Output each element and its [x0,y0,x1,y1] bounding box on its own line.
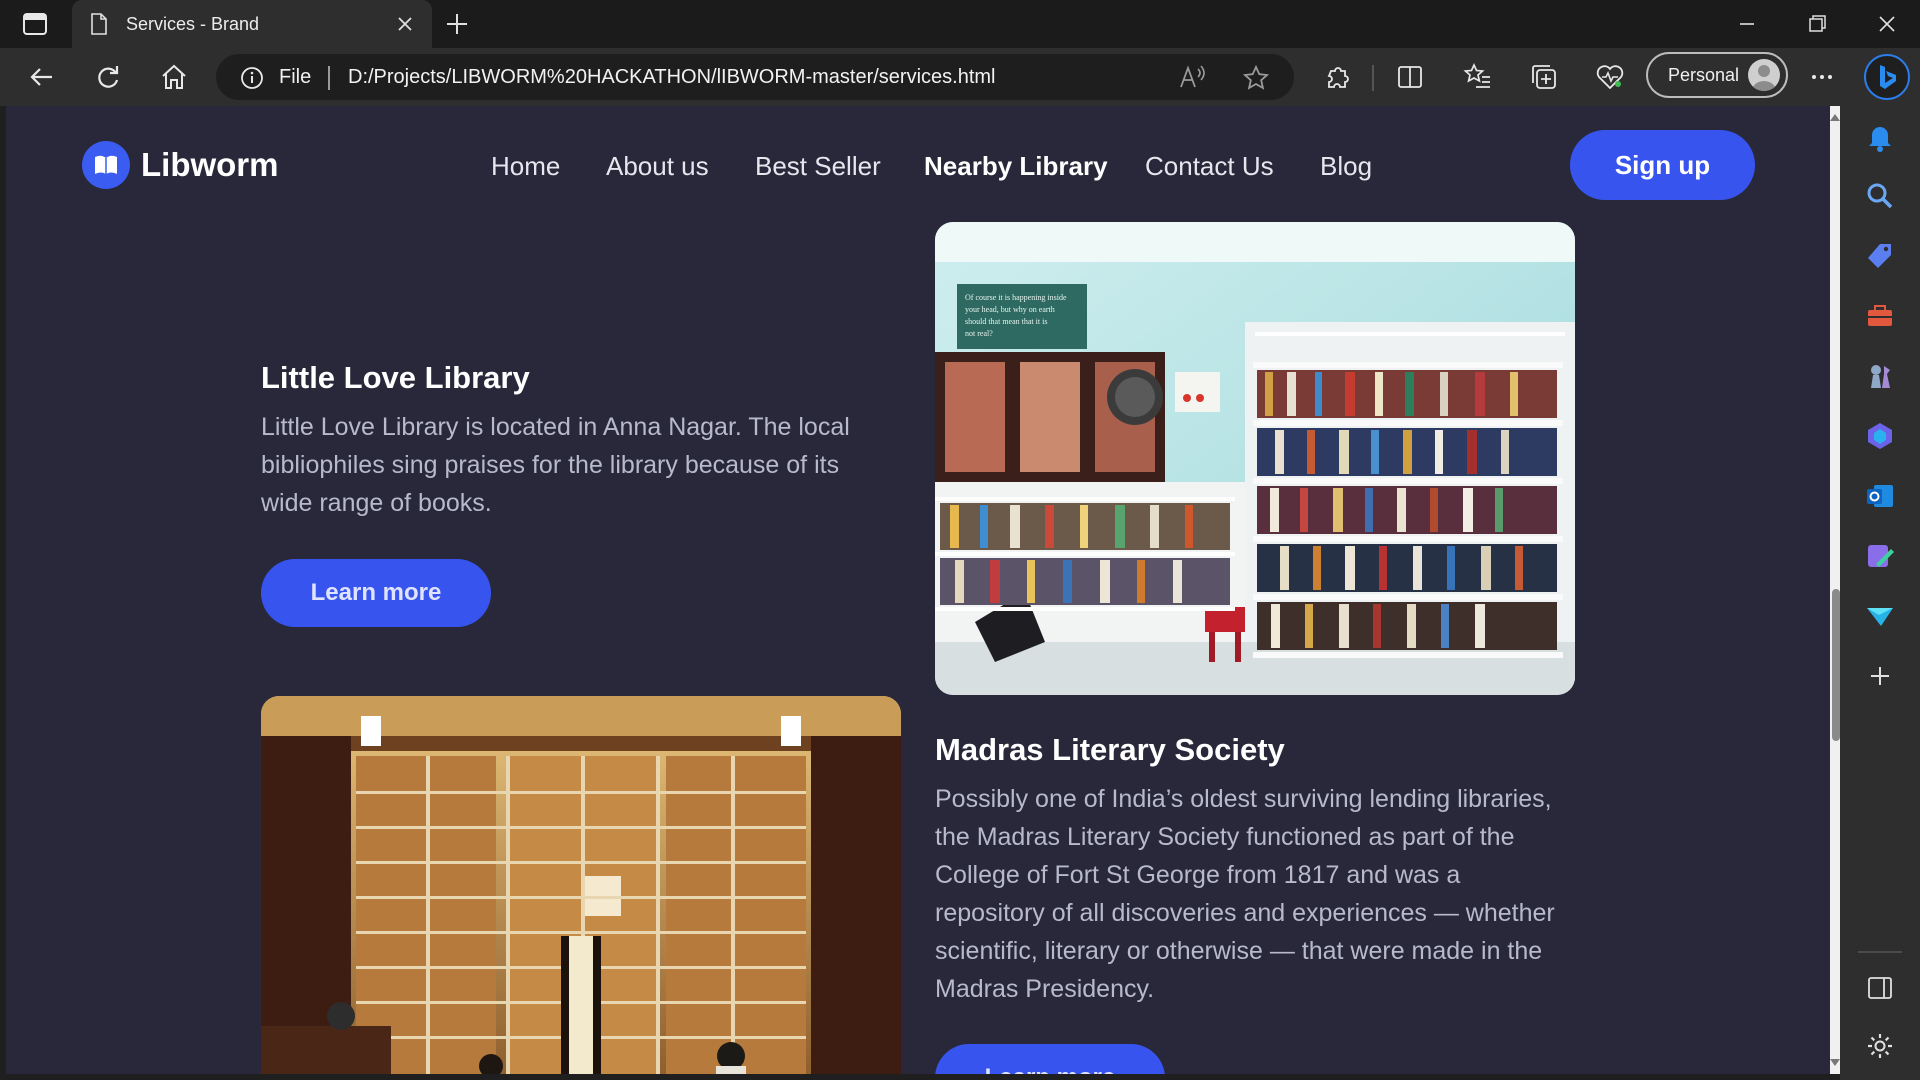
page-scrollbar[interactable] [1830,106,1840,1074]
lower-left-shelf [935,497,1235,611]
svg-text:your head, but why on earth: your head, but why on earth [965,305,1055,314]
add-sidebar-app-icon[interactable] [1864,660,1896,692]
browser-toolbar: File D:/Projects/LIBWORM%20HACKATHON/lIB… [0,48,1920,106]
nav-about-us[interactable]: About us [606,151,709,182]
little-love-library-image: Of course it is happening inside your he… [935,222,1575,695]
address-scheme-label: File [279,66,312,88]
wall-quote-sign: Of course it is happening inside [965,293,1067,302]
nav-nearby-library[interactable]: Nearby Library [924,151,1108,182]
svg-text:not real?: not real? [965,329,993,338]
close-window-icon[interactable] [1872,10,1902,38]
restore-icon[interactable] [1802,10,1832,38]
browser-tab-active[interactable]: Services - Brand [72,0,432,48]
new-tab-icon[interactable] [444,11,470,37]
learn-more-button[interactable]: Learn more [935,1044,1165,1074]
hide-sidebar-icon[interactable] [1864,972,1896,1004]
page-icon [91,13,107,35]
book-logo-icon [95,155,117,174]
read-aloud-icon[interactable] [1178,63,1208,91]
refresh-icon[interactable] [92,61,124,93]
browser-essentials-icon[interactable] [1594,61,1626,93]
nav-home[interactable]: Home [491,151,560,182]
address-bar[interactable]: File D:/Projects/LIBWORM%20HACKATHON/lIB… [216,54,1294,100]
favorite-star-icon[interactable] [1242,64,1270,92]
back-icon[interactable] [26,61,58,93]
nav-blog[interactable]: Blog [1320,151,1372,182]
madras-literary-society-image [261,696,901,1074]
library-room-illustration: Of course it is happening inside your he… [935,222,1575,695]
nav-best-seller[interactable]: Best Seller [755,151,881,182]
profile-label: Personal [1668,65,1740,85]
extensions-icon[interactable] [1322,61,1354,93]
notification-bell-icon[interactable] [1864,122,1896,154]
outlook-icon[interactable] [1864,480,1896,512]
split-screen-icon[interactable] [1394,61,1426,93]
avatar-person-icon [1752,65,1776,91]
nav-contact-us[interactable]: Contact Us [1145,151,1274,182]
site-navbar: Libworm Home About us Best Seller Nearby… [6,106,1830,222]
library-stacks-illustration [261,696,901,1074]
brand-name[interactable]: Libworm [141,146,279,184]
bottom-border [0,1074,1840,1080]
drop-send-icon[interactable] [1864,600,1896,632]
collections-icon[interactable] [1528,61,1560,93]
bing-copilot-button[interactable] [1864,54,1910,100]
favorites-icon[interactable] [1462,61,1494,93]
shopping-tag-icon[interactable] [1864,240,1896,272]
address-separator [328,66,330,90]
scroll-up-arrow-icon[interactable] [1830,114,1840,121]
edge-sidebar [1840,106,1920,1080]
library-description: Possibly one of India’s oldest surviving… [935,785,1555,1003]
scroll-down-arrow-icon[interactable] [1830,1059,1840,1066]
library-title: Little Love Library [261,360,530,395]
page-viewport: Libworm Home About us Best Seller Nearby… [6,106,1830,1074]
sidebar-divider [1858,951,1902,953]
tab-title: Services - Brand [126,14,260,34]
bing-icon [1880,65,1896,89]
settings-gear-icon[interactable] [1864,1030,1896,1062]
games-chess-icon[interactable] [1864,360,1896,392]
library-description: Little Love Library is located in Anna N… [261,413,850,517]
browser-tab-bar: Services - Brand [0,0,1920,48]
toolbar-divider [1372,65,1374,91]
scroll-thumb[interactable] [1832,589,1840,741]
profile-button[interactable]: Personal [1646,52,1788,98]
home-icon[interactable] [158,61,190,93]
learn-more-button[interactable]: Learn more [261,559,491,627]
tools-briefcase-icon[interactable] [1864,300,1896,332]
svg-text:should that mean that it is: should that mean that it is [965,317,1047,326]
minimize-icon[interactable] [1732,10,1762,38]
bookshelf-books [1253,362,1563,658]
sign-up-button[interactable]: Sign up [1570,130,1755,200]
designer-icon[interactable] [1864,540,1896,572]
tab-actions-icon[interactable] [22,12,48,36]
logo-badge[interactable] [82,141,130,189]
avatar [1748,59,1780,91]
more-options-icon[interactable] [1806,61,1838,93]
library-title: Madras Literary Society [935,732,1285,767]
search-icon[interactable] [1864,180,1896,212]
info-icon[interactable] [240,66,264,90]
close-tab-icon[interactable] [392,11,418,37]
url-text[interactable]: D:/Projects/LIBWORM%20HACKATHON/lIBWORM-… [348,66,996,89]
microsoft-365-icon[interactable] [1864,420,1896,452]
